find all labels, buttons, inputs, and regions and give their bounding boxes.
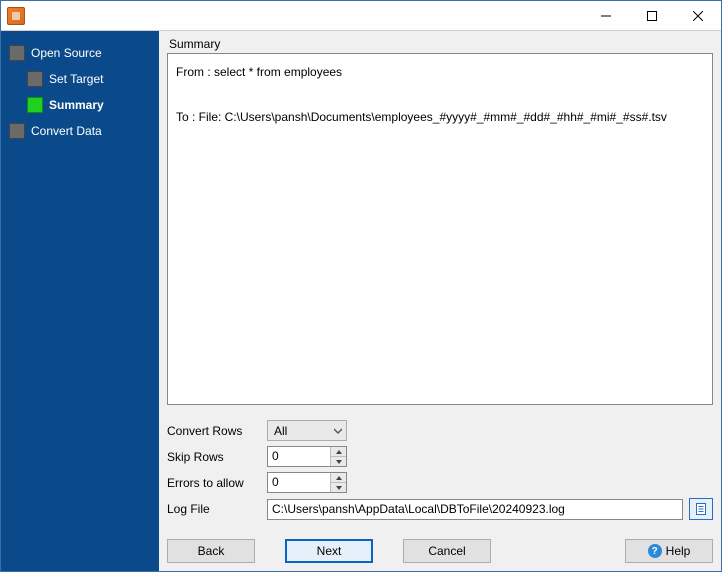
select-convert-rows[interactable]: All — [267, 420, 347, 441]
app-window: Open Source Set Target Summary Convert D… — [0, 0, 722, 572]
document-icon — [694, 502, 708, 516]
spinner-skip-rows[interactable]: 0 — [267, 446, 347, 467]
summary-to-line: To : File: C:\Users\pansh\Documents\empl… — [176, 109, 704, 126]
help-button[interactable]: ? Help — [625, 539, 713, 563]
chevron-down-icon — [334, 427, 342, 435]
help-icon: ? — [648, 544, 662, 558]
wizard-sidebar: Open Source Set Target Summary Convert D… — [1, 31, 159, 571]
next-button[interactable]: Next — [285, 539, 373, 563]
maximize-button[interactable] — [629, 1, 675, 31]
sidebar-label: Summary — [49, 98, 104, 112]
row-log-file: Log File C:\Users\pansh\AppData\Local\DB… — [167, 498, 713, 520]
spin-up-button[interactable] — [331, 473, 346, 483]
row-skip-rows: Skip Rows 0 — [167, 446, 713, 467]
label-errors-allow: Errors to allow — [167, 476, 267, 490]
sidebar-item-set-target[interactable]: Set Target — [27, 71, 159, 87]
sidebar-label: Convert Data — [31, 124, 102, 138]
sidebar-item-convert-data[interactable]: Convert Data — [9, 123, 159, 139]
app-icon — [7, 7, 25, 25]
label-skip-rows: Skip Rows — [167, 450, 267, 464]
back-button[interactable]: Back — [167, 539, 255, 563]
summary-from-line: From : select * from employees — [176, 64, 704, 81]
spin-down-button[interactable] — [331, 483, 346, 492]
sidebar-item-summary[interactable]: Summary — [27, 97, 159, 113]
button-label: Next — [317, 544, 342, 558]
step-icon — [9, 45, 25, 61]
cancel-button[interactable]: Cancel — [403, 539, 491, 563]
sidebar-label: Open Source — [31, 46, 102, 60]
section-title: Summary — [167, 35, 713, 53]
summary-textbox[interactable]: From : select * from employees To : File… — [167, 53, 713, 405]
browse-log-file-button[interactable] — [689, 498, 713, 520]
step-icon — [27, 97, 43, 113]
body: Open Source Set Target Summary Convert D… — [1, 31, 721, 571]
sidebar-label: Set Target — [49, 72, 103, 86]
close-button[interactable] — [675, 1, 721, 31]
row-convert-rows: Convert Rows All — [167, 420, 713, 441]
spinner-value[interactable]: 0 — [268, 447, 330, 466]
button-label: Cancel — [428, 544, 465, 558]
spin-up-button[interactable] — [331, 447, 346, 457]
spinner-value[interactable]: 0 — [268, 473, 330, 492]
label-convert-rows: Convert Rows — [167, 424, 267, 438]
main-panel: Summary From : select * from employees T… — [159, 31, 721, 571]
label-log-file: Log File — [167, 502, 267, 516]
select-value: All — [274, 424, 287, 438]
titlebar — [1, 1, 721, 31]
sidebar-item-open-source[interactable]: Open Source — [9, 45, 159, 61]
spin-down-button[interactable] — [331, 457, 346, 466]
spinner-errors-allow[interactable]: 0 — [267, 472, 347, 493]
form-rows: Convert Rows All Skip Rows 0 — [167, 415, 713, 525]
minimize-button[interactable] — [583, 1, 629, 31]
input-log-file[interactable]: C:\Users\pansh\AppData\Local\DBToFile\20… — [267, 499, 683, 520]
step-icon — [9, 123, 25, 139]
step-icon — [27, 71, 43, 87]
row-errors-allow: Errors to allow 0 — [167, 472, 713, 493]
button-label: Back — [198, 544, 225, 558]
button-label: Help — [666, 544, 691, 558]
button-bar: Back Next Cancel ? Help — [167, 539, 713, 563]
